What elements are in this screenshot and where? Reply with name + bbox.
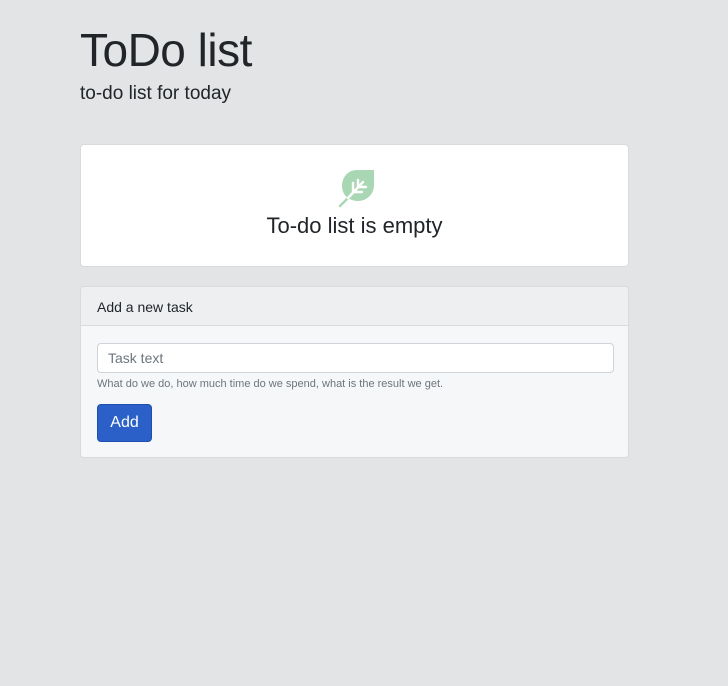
leaf-icon <box>338 170 374 208</box>
task-text-input[interactable] <box>97 343 614 373</box>
empty-list-message: To-do list is empty <box>266 213 443 238</box>
add-task-button[interactable]: Add <box>97 404 152 442</box>
task-input-help-text: What do we do, how much time do we spend… <box>97 378 444 390</box>
add-task-card: Add a new task What do we do, how much t… <box>80 286 629 458</box>
add-task-heading: Add a new task <box>97 299 193 315</box>
page-subtitle: to-do list for today <box>80 83 232 104</box>
page-title: ToDo list <box>80 24 252 76</box>
add-task-card-header: Add a new task <box>81 287 628 326</box>
empty-list-card: To-do list is empty <box>80 144 629 267</box>
